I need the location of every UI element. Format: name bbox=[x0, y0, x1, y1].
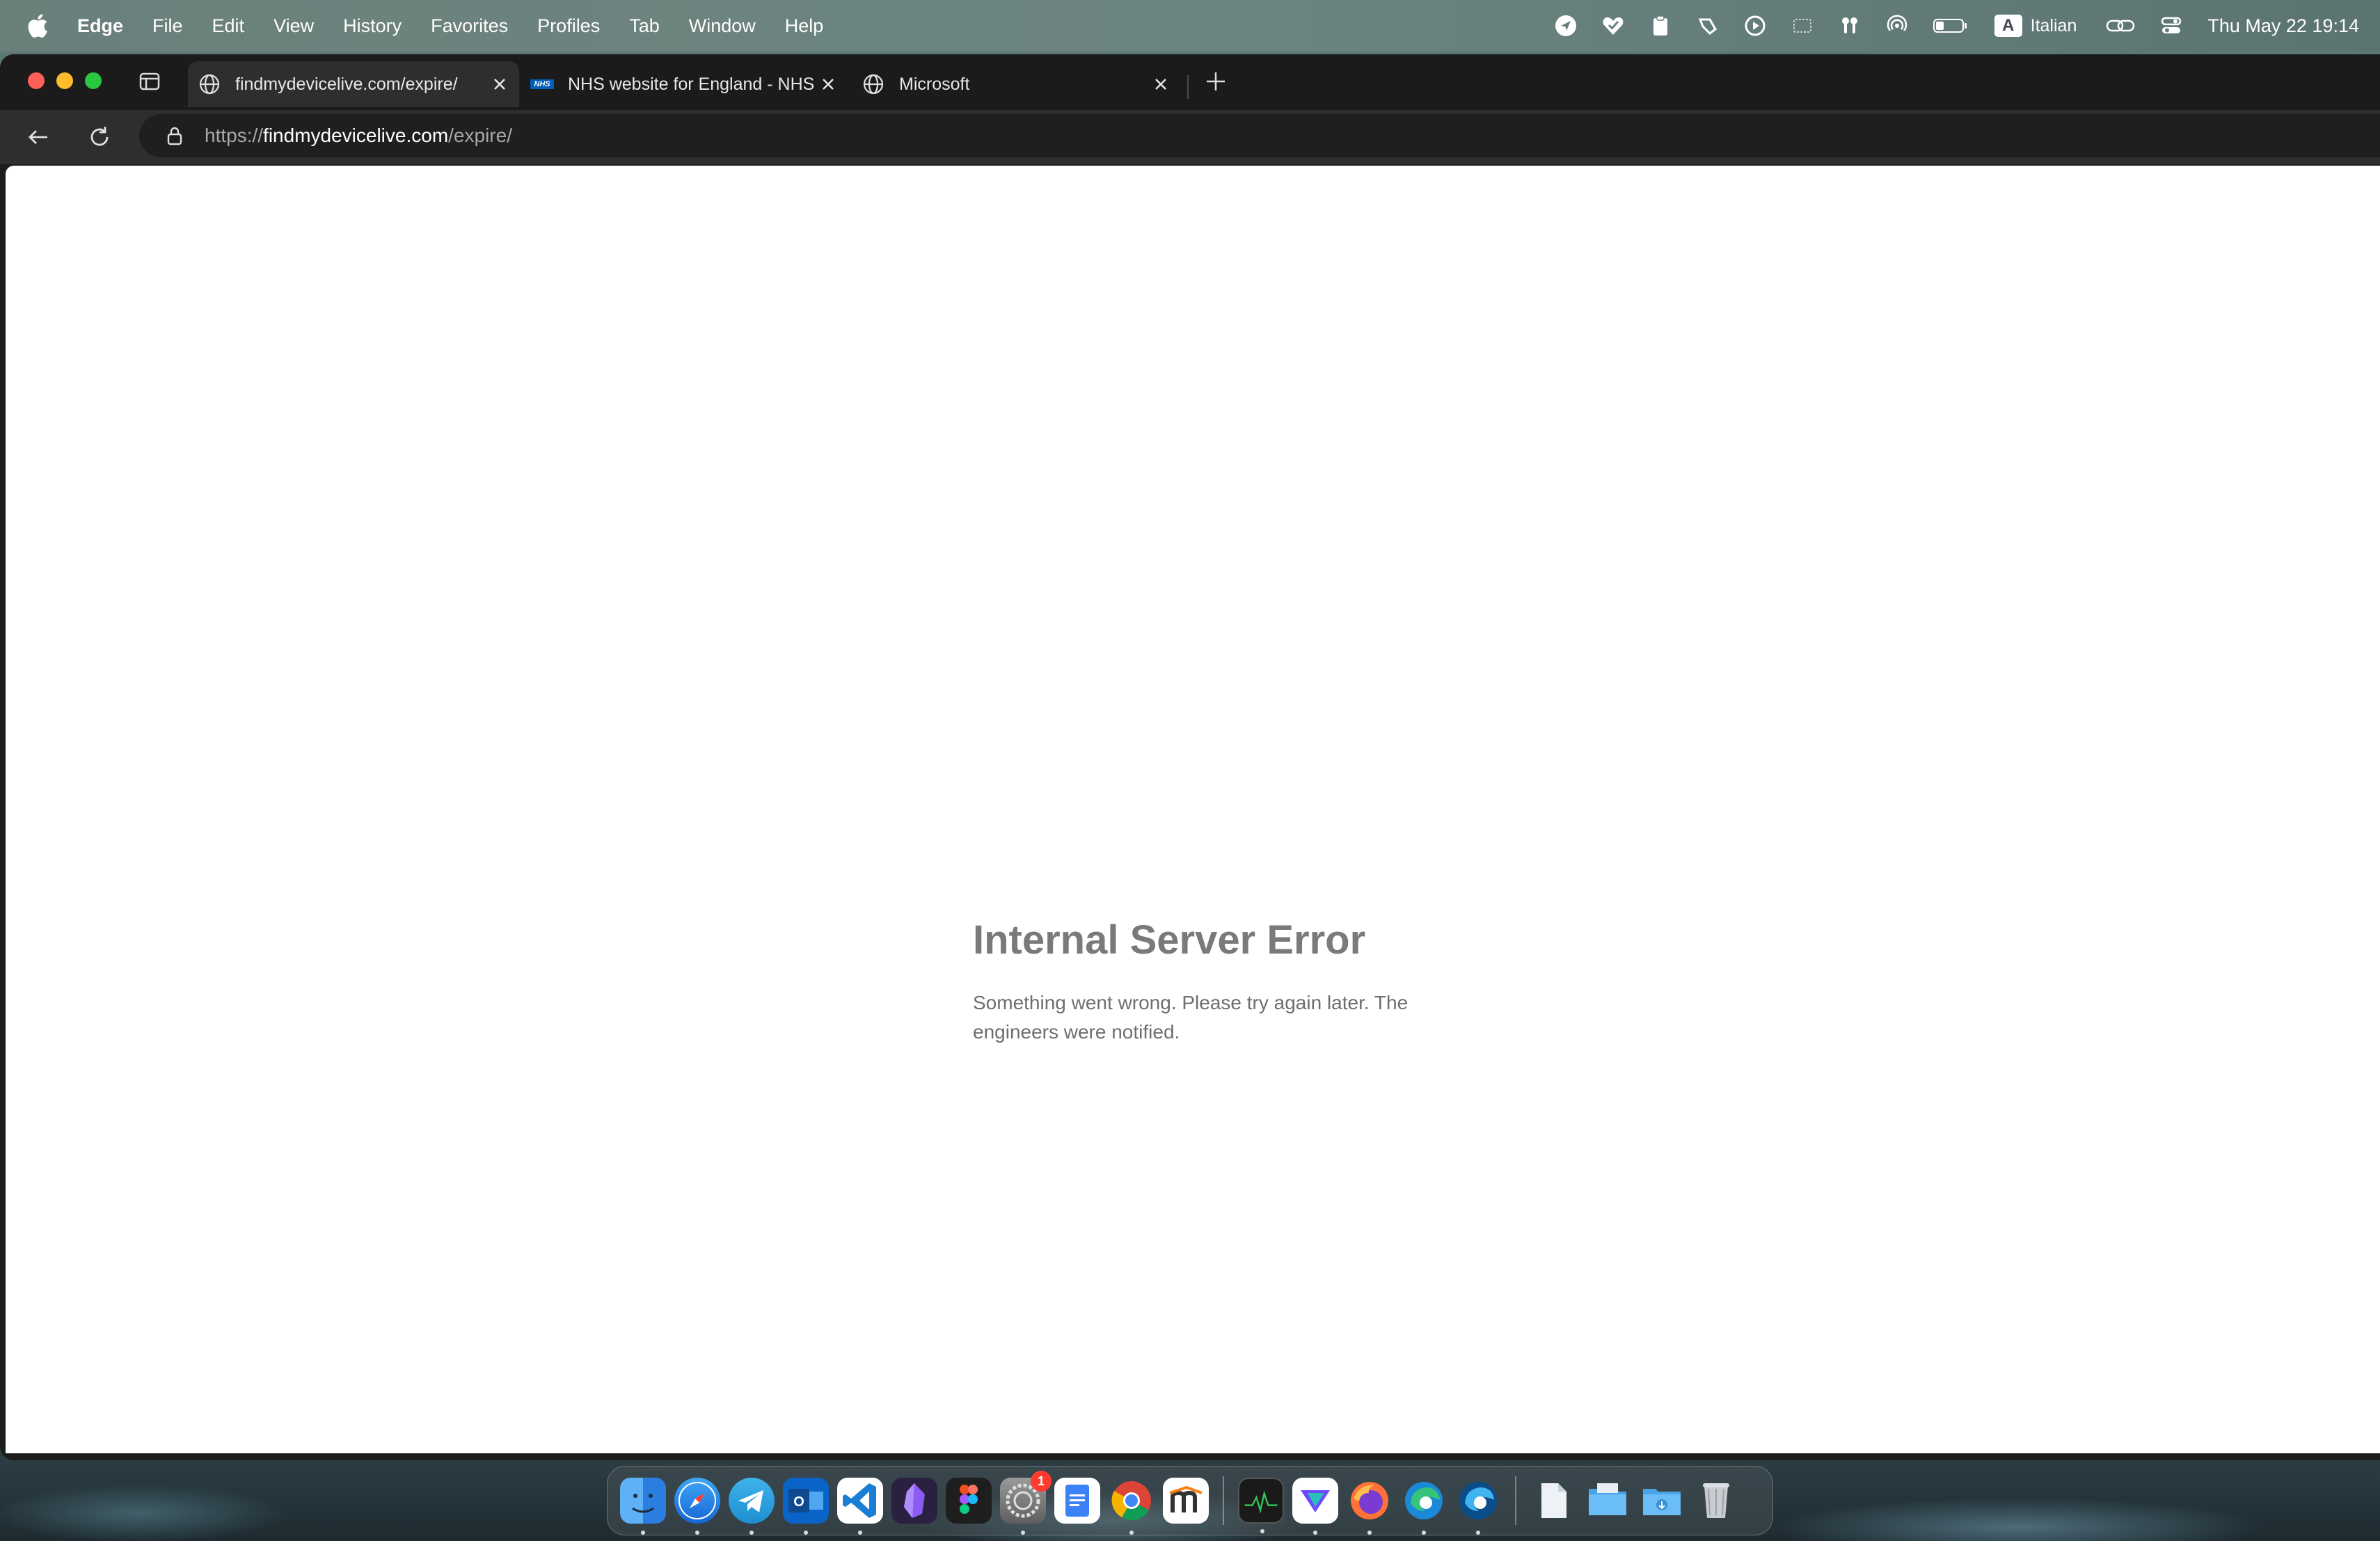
menu-history[interactable]: History bbox=[328, 0, 416, 52]
menu-edit[interactable]: Edit bbox=[198, 0, 260, 52]
menu-help[interactable]: Help bbox=[770, 0, 839, 52]
url-host: findmydevicelive.com bbox=[263, 125, 449, 146]
proton-vpn-icon[interactable] bbox=[1292, 1478, 1338, 1535]
snip-tool-icon[interactable] bbox=[1696, 14, 1720, 38]
running-indicator bbox=[858, 1531, 862, 1535]
airdrop-icon[interactable] bbox=[1885, 14, 1909, 38]
menu-favorites[interactable]: Favorites bbox=[416, 0, 523, 52]
check-heart-icon[interactable] bbox=[1601, 14, 1625, 38]
tab-strip: findmydevicelive.com/expire/ NHS NHS web… bbox=[0, 54, 2380, 110]
firefox-icon[interactable] bbox=[1347, 1478, 1393, 1535]
new-tab-icon[interactable] bbox=[1203, 68, 1229, 95]
running-indicator bbox=[641, 1531, 645, 1535]
obsidian-icon[interactable] bbox=[891, 1478, 937, 1524]
navigation-toolbar: https://findmydevicelive.com/expire/ bbox=[0, 110, 2380, 164]
airpods-icon[interactable] bbox=[1838, 14, 1862, 38]
address-bar[interactable]: https://findmydevicelive.com/expire/ bbox=[139, 114, 2380, 157]
clipboard-icon[interactable] bbox=[1649, 14, 1672, 38]
address-url[interactable]: https://findmydevicelive.com/expire/ bbox=[205, 125, 512, 147]
telegram-icon[interactable] bbox=[729, 1478, 775, 1535]
dock-separator bbox=[1515, 1476, 1516, 1525]
tab-separator bbox=[1187, 75, 1189, 99]
tab-microsoft[interactable]: Microsoft bbox=[852, 61, 1180, 107]
finder-icon[interactable] bbox=[620, 1478, 666, 1535]
vscode-icon[interactable] bbox=[837, 1478, 883, 1535]
dock-separator bbox=[1223, 1476, 1224, 1525]
control-center-icon[interactable] bbox=[2159, 14, 2183, 38]
error-message: Something went wrong. Please try again l… bbox=[973, 991, 1409, 1043]
error-title: Internal Server Error bbox=[973, 917, 1366, 963]
svg-text:O: O bbox=[793, 1494, 804, 1510]
chrome-icon[interactable] bbox=[1109, 1478, 1155, 1535]
url-scheme: https:// bbox=[205, 125, 264, 146]
trash-icon[interactable] bbox=[1693, 1478, 1739, 1524]
running-indicator bbox=[1422, 1531, 1426, 1535]
running-indicator bbox=[1021, 1531, 1025, 1535]
tab-nhs[interactable]: NHS NHS website for England - NHS bbox=[521, 61, 848, 107]
url-path: /expire/ bbox=[448, 125, 512, 146]
menu-file[interactable]: File bbox=[138, 0, 198, 52]
input-source-icon[interactable]: A bbox=[1994, 15, 2022, 37]
tab-title: NHS website for England - NHS bbox=[568, 74, 815, 94]
tab-findmydevicelive[interactable]: findmydevicelive.com/expire/ bbox=[188, 61, 519, 107]
location-arrow-icon[interactable] bbox=[1554, 14, 1578, 38]
zoom-window-button[interactable] bbox=[85, 72, 102, 89]
close-tab-icon[interactable] bbox=[490, 74, 509, 94]
tab-actions-icon[interactable] bbox=[138, 70, 161, 93]
figma-icon[interactable] bbox=[946, 1478, 992, 1524]
menu-view[interactable]: View bbox=[259, 0, 328, 52]
tab-title: findmydevicelive.com/expire/ bbox=[235, 74, 458, 94]
running-indicator bbox=[695, 1531, 699, 1535]
edge-dev-icon[interactable] bbox=[1455, 1478, 1501, 1535]
screen-mirror-icon[interactable] bbox=[1791, 14, 1814, 38]
browser-window: findmydevicelive.com/expire/ NHS NHS web… bbox=[0, 54, 2380, 1460]
tab-title: Microsoft bbox=[899, 74, 970, 94]
notification-badge: 1 bbox=[1031, 1471, 1052, 1492]
lock-icon[interactable] bbox=[164, 125, 185, 146]
menu-bar: Edge File Edit View History Favorites Pr… bbox=[0, 0, 2380, 52]
input-source-name[interactable]: Italian bbox=[2031, 16, 2077, 36]
dock: O 1 bbox=[607, 1466, 1773, 1535]
globe-icon bbox=[199, 74, 220, 95]
apple-logo-icon[interactable] bbox=[25, 12, 49, 40]
status-area: A Italian Thu May 22 19:14 bbox=[1542, 0, 2359, 52]
play-circle-icon[interactable] bbox=[1743, 14, 1767, 38]
back-arrow-icon[interactable] bbox=[25, 124, 51, 150]
running-indicator bbox=[1260, 1529, 1264, 1533]
menu-profiles[interactable]: Profiles bbox=[523, 0, 614, 52]
close-window-button[interactable] bbox=[28, 72, 45, 89]
downloads-folder-icon[interactable] bbox=[1639, 1478, 1685, 1524]
refresh-icon[interactable] bbox=[86, 124, 113, 150]
nhs-logo-icon: NHS bbox=[530, 79, 554, 89]
system-settings-icon[interactable]: 1 bbox=[1000, 1471, 1052, 1535]
menu-tab[interactable]: Tab bbox=[614, 0, 674, 52]
running-indicator bbox=[1129, 1531, 1134, 1535]
menu-app-name[interactable]: Edge bbox=[63, 0, 138, 52]
running-indicator bbox=[749, 1531, 754, 1535]
link-icon[interactable] bbox=[2105, 14, 2136, 38]
docs-icon[interactable] bbox=[1054, 1478, 1100, 1524]
activity-monitor-icon[interactable] bbox=[1238, 1478, 1284, 1533]
page-viewport: Internal Server Error Something went wro… bbox=[6, 166, 2380, 1453]
menu-clock[interactable]: Thu May 22 19:14 bbox=[2207, 15, 2359, 37]
menu-window[interactable]: Window bbox=[674, 0, 770, 52]
minimize-window-button[interactable] bbox=[56, 72, 73, 89]
safari-icon[interactable] bbox=[674, 1478, 720, 1535]
globe-icon bbox=[863, 74, 884, 95]
error-content: Internal Server Error Something went wro… bbox=[973, 916, 1446, 1047]
close-tab-icon[interactable] bbox=[818, 74, 838, 94]
running-indicator bbox=[804, 1531, 808, 1535]
applications-folder-icon[interactable] bbox=[1585, 1478, 1631, 1524]
running-indicator bbox=[1476, 1531, 1480, 1535]
running-indicator bbox=[1367, 1531, 1372, 1535]
edge-icon[interactable] bbox=[1401, 1478, 1447, 1535]
close-tab-icon[interactable] bbox=[1151, 74, 1171, 94]
outlook-icon[interactable]: O bbox=[783, 1478, 829, 1535]
documents-folder-icon[interactable] bbox=[1530, 1478, 1576, 1524]
running-indicator bbox=[1313, 1531, 1317, 1535]
battery-icon[interactable] bbox=[1933, 14, 1969, 38]
moodle-icon[interactable] bbox=[1163, 1478, 1209, 1524]
